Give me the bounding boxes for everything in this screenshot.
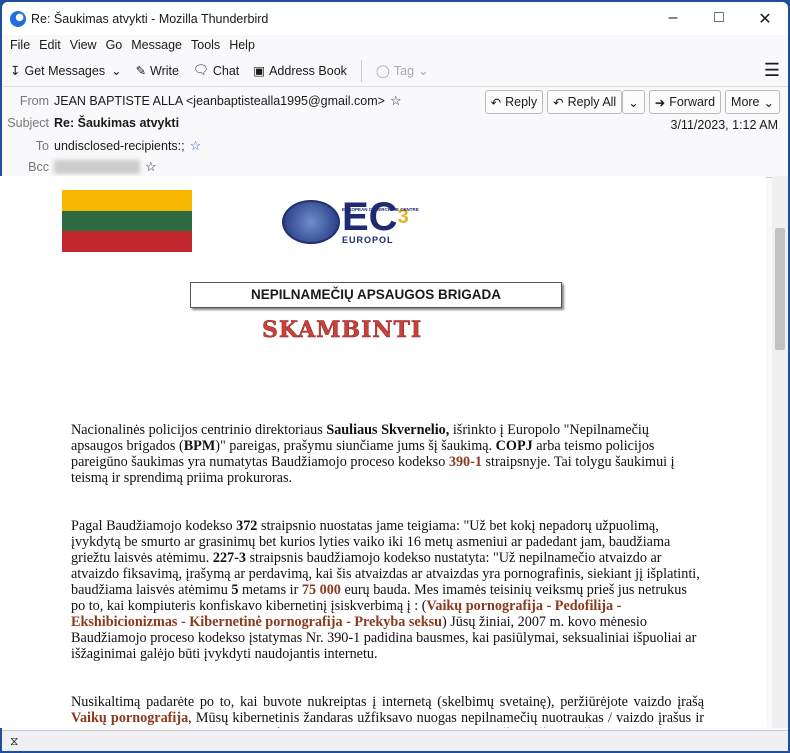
- europe-globe-icon: [282, 199, 340, 244]
- thunderbird-logo-icon: [10, 10, 26, 27]
- reply-all-icon: ↶: [553, 95, 564, 110]
- minimize-button[interactable]: –: [650, 9, 696, 29]
- star-icon[interactable]: ☆: [145, 159, 157, 175]
- tag-button[interactable]: ◯ Tag ⌄: [375, 63, 429, 79]
- message-header: From JEAN BAPTISTE ALLA <jeanbaptistealla…: [2, 87, 788, 178]
- text: 390-1: [448, 454, 482, 470]
- close-button[interactable]: ✕: [742, 9, 788, 29]
- logo-top-text: EUROPEAN CYBERCRIME CENTRE: [342, 207, 419, 212]
- more-label: More: [731, 95, 760, 109]
- text: Vaikų pornografija: [71, 710, 189, 726]
- toolbar-divider: [360, 59, 362, 82]
- reply-all-dropdown[interactable]: ⌄: [622, 90, 645, 114]
- paragraph-2: Pagal Baudžiamojo kodekso 372 straipsnio…: [71, 518, 704, 662]
- bcc-label: Bcc: [28, 160, 49, 174]
- contact-card-icon: ▣: [253, 64, 266, 78]
- text: BPM: [183, 438, 216, 454]
- reply-button[interactable]: ↶ Reply: [484, 90, 544, 114]
- vertical-scrollbar[interactable]: [772, 176, 788, 728]
- chevron-down-icon: ⌄: [418, 64, 429, 78]
- more-button[interactable]: More ⌄: [725, 90, 780, 114]
- download-icon: ↧: [10, 64, 21, 78]
- scrollbar-thumb[interactable]: [775, 228, 785, 350]
- bcc-redacted: [54, 160, 140, 174]
- reply-all-button[interactable]: ↶ Reply All: [547, 90, 623, 114]
- chevron-down-icon: ⌄: [763, 95, 774, 110]
- pencil-icon: ✎: [135, 64, 147, 78]
- paragraph-1: Nacionalinės policijos centrinio direkto…: [71, 422, 704, 486]
- text: )" pareigas, prašymu siunčiame jums šį š…: [215, 438, 496, 454]
- address-book-button[interactable]: ▣ Address Book: [253, 63, 347, 79]
- forward-button[interactable]: ➜ Forward: [648, 90, 722, 114]
- get-messages-dropdown-icon[interactable]: ⌄: [111, 63, 121, 78]
- to-address[interactable]: undisclosed-recipients:;: [54, 139, 185, 153]
- chat-label: Chat: [212, 63, 240, 78]
- text: Sauliaus Skvernelio,: [326, 422, 450, 438]
- title-bar: Re: Šaukimas atvykti - Mozilla Thunderbi…: [2, 2, 788, 35]
- get-messages-button[interactable]: ↧ Get Messages: [10, 63, 106, 79]
- text: COPJ: [495, 438, 533, 454]
- chat-bubble-icon: 🗨: [192, 63, 209, 77]
- text: 75 000: [301, 582, 341, 598]
- write-label: Write: [150, 63, 179, 78]
- call-heading: SKAMBINTI: [262, 317, 423, 344]
- reply-label: Reply: [505, 95, 538, 109]
- from-label: From: [19, 94, 49, 108]
- reply-icon: ↶: [490, 95, 502, 110]
- menu-file[interactable]: File: [10, 38, 30, 52]
- forward-label: Forward: [669, 95, 716, 109]
- app-menu-icon[interactable]: ☰: [764, 60, 780, 81]
- text: Nacionalinės policijos centrinio direkto…: [71, 422, 327, 438]
- subject: Re: Šaukimas atvykti: [54, 116, 180, 130]
- text: 372: [236, 518, 258, 534]
- tag-label: Tag: [393, 63, 415, 78]
- get-messages-label: Get Messages: [24, 63, 106, 78]
- star-icon[interactable]: ☆: [190, 138, 202, 154]
- lithuania-flag: [62, 190, 192, 252]
- europol-ec3-logo: EUROPEAN CYBERCRIME CENTRE EC3 EUROPOL: [282, 197, 419, 245]
- message-date: 3/11/2023, 1:12 AM: [670, 118, 779, 132]
- menu-bar: File Edit View Go Message Tools Help: [2, 35, 788, 55]
- chat-button[interactable]: 🗨 Chat: [193, 63, 239, 78]
- wifi-icon: ⧖: [10, 734, 19, 748]
- text: 227-3: [212, 550, 246, 566]
- chevron-down-icon: ⌄: [628, 95, 639, 110]
- menu-edit[interactable]: Edit: [39, 38, 61, 52]
- tag-icon: ◯: [375, 64, 390, 78]
- text: Nusikaltimą padarėte po to, kai buvote n…: [71, 694, 704, 710]
- menu-message[interactable]: Message: [131, 38, 182, 52]
- brigade-title: NEPILNAMEČIŲ APSAUGOS BRIGADA: [190, 282, 562, 308]
- logo-europol: EUROPOL: [342, 235, 394, 245]
- menu-go[interactable]: Go: [106, 38, 123, 52]
- to-label: To: [35, 139, 49, 153]
- menu-view[interactable]: View: [70, 38, 97, 52]
- reply-all-label: Reply All: [567, 95, 617, 109]
- paragraph-3: Nusikaltimą padarėte po to, kai buvote n…: [71, 694, 704, 728]
- address-book-label: Address Book: [269, 63, 347, 78]
- menu-help[interactable]: Help: [229, 38, 255, 52]
- forward-icon: ➜: [654, 95, 666, 110]
- toolbar: ↧ Get Messages ⌄ ✎ Write 🗨 Chat ▣ Address Bo…: [2, 55, 788, 87]
- window-title: Re: Šaukimas atvykti - Mozilla Thunderbi…: [31, 11, 269, 26]
- star-icon[interactable]: ☆: [390, 93, 402, 109]
- message-text: Nacionalinės policijos centrinio direkto…: [71, 422, 704, 728]
- maximize-button[interactable]: □: [696, 9, 742, 29]
- subject-label: Subject: [7, 116, 49, 130]
- text: Pagal Baudžiamojo kodekso: [71, 518, 237, 534]
- status-bar: ⧖: [2, 730, 788, 751]
- write-button[interactable]: ✎ Write: [135, 63, 179, 79]
- menu-tools[interactable]: Tools: [191, 38, 220, 52]
- message-body: EUROPEAN CYBERCRIME CENTRE EC3 EUROPOL NEP…: [0, 176, 766, 728]
- text: metams ir: [238, 582, 302, 598]
- from-address[interactable]: JEAN BAPTISTE ALLA <jeanbaptistealla1995…: [54, 94, 385, 108]
